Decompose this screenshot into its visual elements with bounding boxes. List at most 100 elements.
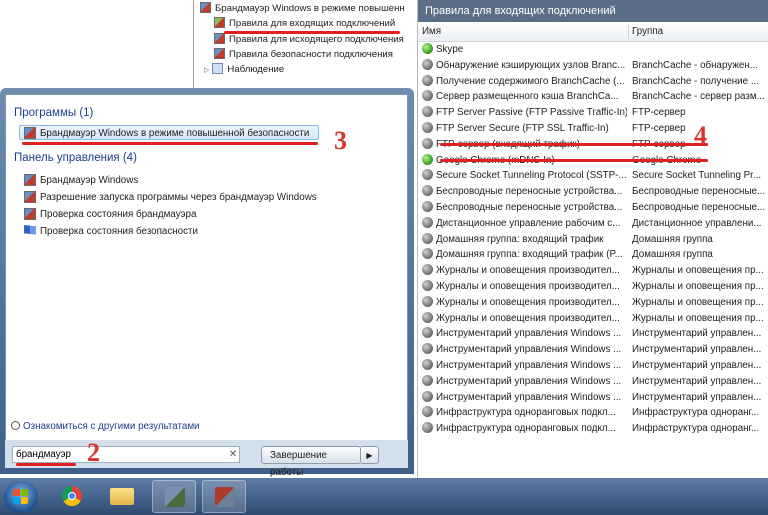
firewall-icon — [24, 191, 36, 203]
rule-group: Инструментарий управлен... — [632, 375, 762, 387]
rule-row[interactable]: Skype — [418, 42, 768, 58]
rule-row[interactable]: Домашняя группа: входящий трафик (P... До… — [418, 247, 768, 263]
rule-name: FTP Server Passive (FTP Passive Traffic-… — [422, 105, 627, 121]
rule-disabled-icon — [422, 374, 433, 386]
rule-name: Инструментарий управления Windows ... — [422, 374, 627, 390]
inbound-rules-icon — [214, 17, 225, 28]
rule-name: Журналы и оповещения производител... — [422, 279, 627, 295]
rule-disabled-icon — [422, 90, 433, 102]
annotation-number-3: 3 — [334, 126, 347, 155]
column-header-group[interactable]: Группа — [628, 23, 768, 41]
rule-row[interactable]: Secure Socket Tunneling Protocol (SSTP-.… — [418, 168, 768, 184]
rule-row[interactable]: Домашняя группа: входящий трафик Домашняя… — [418, 232, 768, 248]
clear-search-icon[interactable]: ✕ — [226, 446, 240, 463]
rule-row[interactable]: Журналы и оповещения производител... Журн… — [418, 263, 768, 279]
rule-row[interactable]: FTP Server Passive (FTP Passive Traffic-… — [418, 105, 768, 121]
rule-disabled-icon — [422, 232, 433, 244]
search-icon — [11, 421, 20, 430]
result-check-security-status[interactable]: Проверка состояния безопасности — [24, 224, 198, 239]
tree-item-inbound-rules[interactable]: Правила для входящих подключений — [214, 17, 395, 31]
result-allow-program[interactable]: Разрешение запуска программы через бранд… — [24, 190, 317, 205]
connection-security-icon — [214, 48, 225, 59]
rule-disabled-icon — [422, 422, 433, 434]
tree-root[interactable]: Брандмауэр Windows в режиме повышенн — [200, 2, 405, 16]
rule-name: FTP Server Secure (FTP SSL Traffic-In) — [422, 121, 627, 137]
annotation-number-2: 2 — [87, 438, 100, 467]
column-header-name[interactable]: Имя — [418, 23, 628, 41]
rule-row[interactable]: Дистанционное управление рабочим с... Дис… — [418, 216, 768, 232]
rule-name: Инфраструктура одноранговых подкл... — [422, 405, 627, 421]
rule-row[interactable]: Беспроводные переносные устройства... Бес… — [418, 200, 768, 216]
rule-row[interactable]: Получение содержимого BranchCache (... Br… — [418, 74, 768, 90]
rule-row[interactable]: Инструментарий управления Windows ... Инс… — [418, 342, 768, 358]
rule-disabled-icon — [422, 343, 433, 355]
action-center-flag-icon — [24, 225, 36, 235]
tree-item-connection-security[interactable]: Правила безопасности подключения — [214, 48, 393, 62]
result-check-firewall-status[interactable]: Проверка состояния брандмауэра — [24, 207, 196, 222]
folder-icon — [110, 488, 134, 505]
tree-item-monitoring[interactable]: ▷ Наблюдение — [204, 63, 284, 77]
rule-name: Журналы и оповещения производител... — [422, 311, 627, 327]
rule-name: Журналы и оповещения производител... — [422, 295, 627, 311]
rule-name: Беспроводные переносные устройства... — [422, 200, 627, 216]
rule-name: Сервер размещенного кэша BranchCa... — [422, 89, 627, 105]
rule-enabled-icon — [422, 43, 433, 54]
rule-row[interactable]: Инфраструктура одноранговых подкл... Инфр… — [418, 421, 768, 437]
rule-name: Инструментарий управления Windows ... — [422, 358, 627, 374]
see-more-results-link[interactable]: Ознакомиться с другими результатами — [11, 421, 200, 432]
rule-disabled-icon — [422, 390, 433, 402]
rule-disabled-icon — [422, 311, 433, 323]
rule-row[interactable]: Инструментарий управления Windows ... Инс… — [418, 390, 768, 406]
rule-name: Беспроводные переносные устройства... — [422, 184, 627, 200]
taskbar-firewall-button[interactable] — [202, 480, 246, 513]
control-panel-header: Панель управления (4) — [14, 152, 137, 164]
rule-disabled-icon — [422, 185, 433, 197]
shutdown-button[interactable]: Завершение работы — [261, 446, 361, 478]
result-advanced-firewall[interactable]: Брандмауэр Windows в режиме повышенной б… — [19, 125, 319, 140]
rule-row[interactable]: Инструментарий управления Windows ... Инс… — [418, 374, 768, 390]
rule-group: Беспроводные переносные... — [632, 202, 766, 213]
rules-table-header: Имя Группа — [418, 23, 768, 42]
rule-disabled-icon — [422, 264, 433, 276]
rule-row[interactable]: Сервер размещенного кэша BranchCa... Bran… — [418, 89, 768, 105]
rule-row[interactable]: Инфраструктура одноранговых подкл... Инфр… — [418, 405, 768, 421]
annotation-underline-search — [16, 463, 76, 466]
start-search-input[interactable] — [12, 446, 240, 463]
taskbar-mmc-button[interactable] — [152, 480, 196, 513]
rule-group: Домашняя группа — [632, 233, 713, 245]
rule-row[interactable]: Журналы и оповещения производител... Журн… — [418, 311, 768, 327]
console-tree: Брандмауэр Windows в режиме повышенн Пра… — [193, 0, 419, 100]
rule-name: Дистанционное управление рабочим с... — [422, 216, 627, 232]
rule-enabled-icon — [422, 153, 433, 165]
outbound-rules-icon — [214, 33, 225, 44]
shutdown-options-arrow[interactable]: ▶ — [361, 446, 379, 464]
result-windows-firewall[interactable]: Брандмауэр Windows — [24, 173, 138, 188]
firewall-icon — [24, 208, 36, 220]
tree-item-outbound-rules[interactable]: Правила для исходящего подключения — [214, 33, 404, 47]
rule-row[interactable]: Журналы и оповещения производител... Журн… — [418, 279, 768, 295]
rule-group: Журналы и оповещения пр... — [632, 265, 764, 277]
rule-group: Журналы и оповещения пр... — [632, 281, 764, 292]
taskbar-explorer-button[interactable] — [100, 480, 144, 513]
rule-group: Инфраструктура одноранг... — [632, 407, 760, 419]
rule-group: BranchCache - получение ... — [632, 75, 759, 87]
rule-row[interactable]: Беспроводные переносные устройства... Бес… — [418, 184, 768, 200]
rule-row[interactable]: Обнаружение кэширующих узлов Branc... Bra… — [418, 58, 768, 74]
taskbar — [0, 478, 768, 515]
rule-row[interactable]: Инструментарий управления Windows ... Инс… — [418, 358, 768, 374]
rule-group: FTP-сервер — [632, 107, 686, 119]
annotation-underline-ftp-2 — [440, 159, 708, 162]
expand-arrow-icon[interactable]: ▷ — [204, 67, 209, 74]
rule-disabled-icon — [422, 74, 433, 86]
rule-row[interactable]: Журналы и оповещения производител... Журн… — [418, 295, 768, 311]
search-results-pane: Программы (1) Брандмауэр Windows в режим… — [5, 94, 408, 468]
rule-row[interactable]: FTP Server Secure (FTP SSL Traffic-In) FT… — [418, 121, 768, 137]
annotation-number-4: 4 — [694, 121, 707, 150]
rule-group: Журналы и оповещения пр... — [632, 296, 764, 308]
rule-row[interactable]: Инструментарий управления Windows ... Инс… — [418, 326, 768, 342]
rule-group: Дистанционное управлени... — [632, 217, 762, 229]
firewall-icon — [215, 487, 235, 507]
taskbar-chrome-button[interactable] — [50, 480, 94, 513]
start-button[interactable] — [4, 481, 38, 513]
rule-group: Инструментарий управлен... — [632, 344, 762, 356]
